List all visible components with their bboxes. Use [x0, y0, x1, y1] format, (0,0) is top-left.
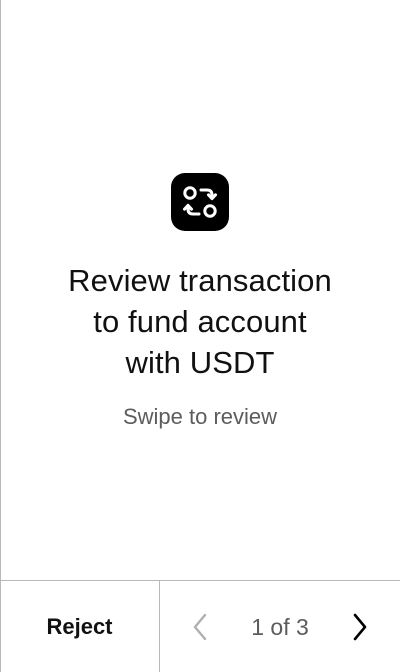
chevron-left-icon: [193, 613, 207, 641]
reject-button[interactable]: Reject: [0, 581, 160, 672]
reject-label: Reject: [46, 614, 113, 639]
swipe-hint: Swipe to review: [122, 404, 278, 429]
next-button[interactable]: [348, 611, 372, 643]
swap-arrows-icon: [171, 173, 229, 231]
footer-bar: Reject 1 of 3: [0, 580, 400, 672]
page-title: Review transaction to fund account with …: [0, 260, 400, 383]
chevron-right-icon: [353, 613, 367, 641]
page-indicator: 1 of 3: [251, 614, 309, 640]
pagination: 1 of 3: [160, 581, 400, 672]
title-line: Review transaction: [68, 263, 332, 298]
previous-button[interactable]: [188, 611, 212, 643]
title-line: to fund account: [93, 304, 307, 339]
review-card[interactable]: Review transaction to fund account with …: [0, 0, 400, 580]
title-line: with USDT: [125, 345, 275, 380]
